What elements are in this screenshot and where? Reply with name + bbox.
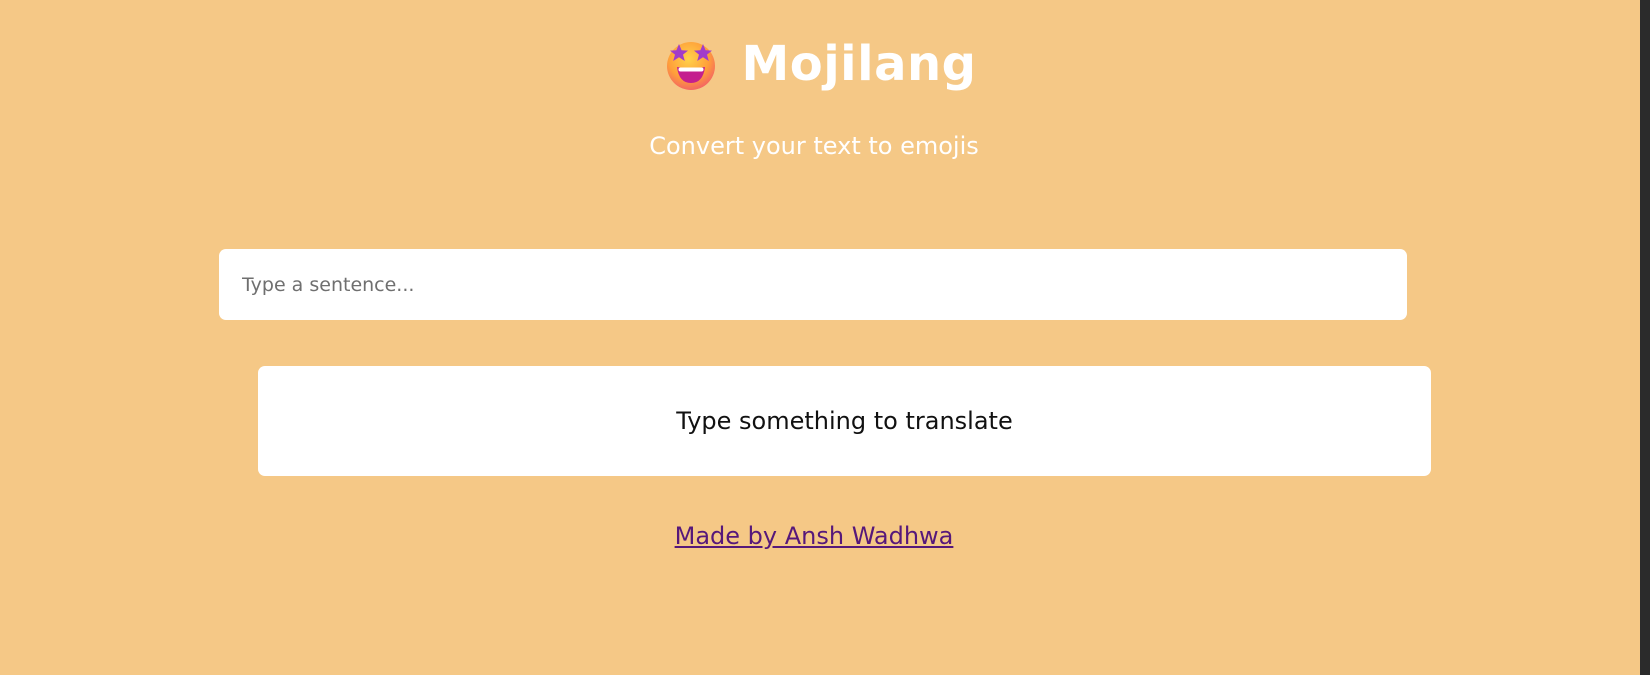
author-link[interactable]: Made by Ansh Wadhwa (675, 522, 954, 550)
window-edge (1640, 0, 1650, 675)
translation-output-card: Type something to translate (258, 366, 1431, 476)
translation-output-text: Type something to translate (676, 407, 1013, 435)
title-row: Mojilang (663, 36, 976, 92)
star-struck-emoji-icon (663, 36, 719, 92)
app-subtitle: Convert your text to emojis (649, 132, 979, 160)
header: Mojilang (0, 36, 1640, 96)
sentence-input[interactable] (219, 249, 1407, 320)
footer: Made by Ansh Wadhwa (0, 522, 1628, 550)
app-title: Mojilang (741, 36, 977, 92)
